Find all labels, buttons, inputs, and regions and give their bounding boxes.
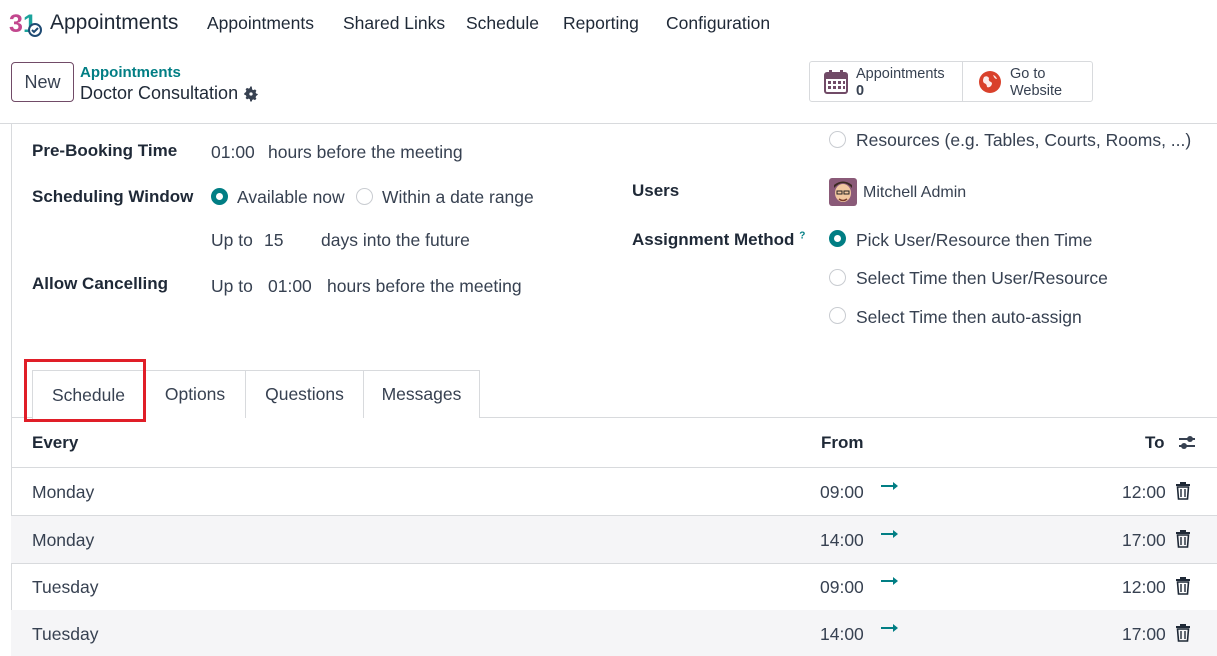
window-upto-label: Up to [211,230,253,250]
nav-shared-links[interactable]: Shared Links [343,13,445,34]
tab-messages[interactable]: Messages [363,370,480,418]
table-row[interactable]: Monday 09:00 12:00 [11,468,1217,516]
column-to[interactable]: To [1145,433,1165,453]
calendar-icon [824,70,848,94]
arrow-right-icon [881,624,898,632]
nav-schedule[interactable]: Schedule [466,13,539,34]
trash-icon[interactable] [1175,530,1191,548]
gear-icon[interactable] [242,85,260,103]
assignment-option-2-label[interactable]: Select Time then User/Resource [856,268,1108,289]
row-to: 17:00 [1122,624,1166,644]
assignment-option-3-label[interactable]: Select Time then auto-assign [856,307,1082,328]
user-avatar [829,178,857,206]
trash-icon[interactable] [1175,577,1191,595]
resources-radio[interactable] [829,131,846,148]
record-title: Doctor Consultation [80,83,239,103]
cancel-upto-label: Up to [211,276,253,296]
row-to: 12:00 [1122,577,1166,597]
schedule-tab-highlight [24,359,146,422]
top-navbar: 3 1 Appointments Appointments Shared Lin… [0,0,1217,46]
appointments-smart-label: Appointments [856,66,945,82]
assignment-method-label: Assignment Method ? [632,230,805,250]
prebooking-value[interactable]: 01:00 [211,142,255,163]
prebooking-label: Pre-Booking Time [32,141,178,160]
website-label-line1: Go to [1010,66,1046,82]
nav-configuration[interactable]: Configuration [666,13,770,34]
svg-text:3: 3 [9,10,23,38]
assignment-option-1-radio[interactable] [829,230,846,247]
table-row[interactable]: Tuesday 14:00 17:00 [11,610,1217,656]
assignment-method-text: Assignment Method [632,230,795,249]
resources-label[interactable]: Resources (e.g. Tables, Courts, Rooms, .… [856,130,1191,151]
appointments-smart-button[interactable]: Appointments 0 [810,62,963,101]
row-day: Tuesday [32,577,99,597]
new-button[interactable]: New [11,62,74,102]
row-from: 14:00 [820,624,864,644]
tab-options[interactable]: Options [144,370,246,418]
help-tooltip-icon[interactable]: ? [799,230,805,241]
column-every[interactable]: Every [32,433,78,453]
arrow-right-icon [881,482,898,490]
row-day: Tuesday [32,624,99,644]
allow-cancelling-label: Allow Cancelling [32,274,169,293]
row-day: Monday [32,482,95,502]
arrow-right-icon [881,577,898,585]
table-row[interactable]: Tuesday 09:00 12:00 [11,563,1217,611]
nav-appointments[interactable]: Appointments [207,13,314,34]
row-from: 14:00 [820,530,864,550]
app-name[interactable]: Appointments [50,11,178,35]
row-to: 17:00 [1122,530,1166,550]
appointments-app-icon[interactable]: 3 1 [9,8,43,38]
control-panel: New Appointments Doctor Consultation App… [0,46,1217,124]
appointments-count: 0 [856,83,865,99]
arrow-right-icon [881,530,898,538]
row-from: 09:00 [820,577,864,597]
users-label: Users [632,181,680,200]
row-from: 09:00 [820,482,864,502]
assignment-option-3-radio[interactable] [829,307,846,324]
table-row[interactable]: Monday 14:00 17:00 [11,516,1217,564]
assignment-option-1-label[interactable]: Pick User/Resource then Time [856,230,1092,251]
optional-columns-icon[interactable] [1177,432,1197,452]
cancel-value-input[interactable]: 01:00 [268,276,312,297]
cancel-suffix: hours before the meeting [327,276,522,296]
go-to-website-button[interactable]: Go to Website [963,62,1092,101]
row-day: Monday [32,530,95,550]
breadcrumb-appointments[interactable]: Appointments [80,64,181,81]
assignment-option-2-radio[interactable] [829,269,846,286]
date-range-label[interactable]: Within a date range [382,187,534,208]
smart-buttons: Appointments 0 Go to Website [809,61,1093,102]
notebook-tabs: Schedule Options Questions Messages [11,370,1217,419]
row-to: 12:00 [1122,482,1166,502]
date-range-radio[interactable] [356,188,373,205]
schedule-table-header: Every From To [11,418,1217,468]
tab-questions[interactable]: Questions [245,370,364,418]
window-days-input[interactable]: 15 [264,230,283,251]
nav-reporting[interactable]: Reporting [563,13,639,34]
globe-icon [979,71,1001,93]
window-days-suffix: days into the future [321,230,470,250]
column-from[interactable]: From [821,433,864,453]
trash-icon[interactable] [1175,624,1191,642]
prebooking-suffix: hours before the meeting [268,142,463,162]
users-value[interactable]: Mitchell Admin [863,184,966,202]
available-now-label[interactable]: Available now [237,187,345,208]
website-label-line2: Website [1010,83,1063,99]
scheduling-window-label: Scheduling Window [32,187,194,206]
trash-icon[interactable] [1175,482,1191,500]
available-now-radio[interactable] [211,188,228,205]
